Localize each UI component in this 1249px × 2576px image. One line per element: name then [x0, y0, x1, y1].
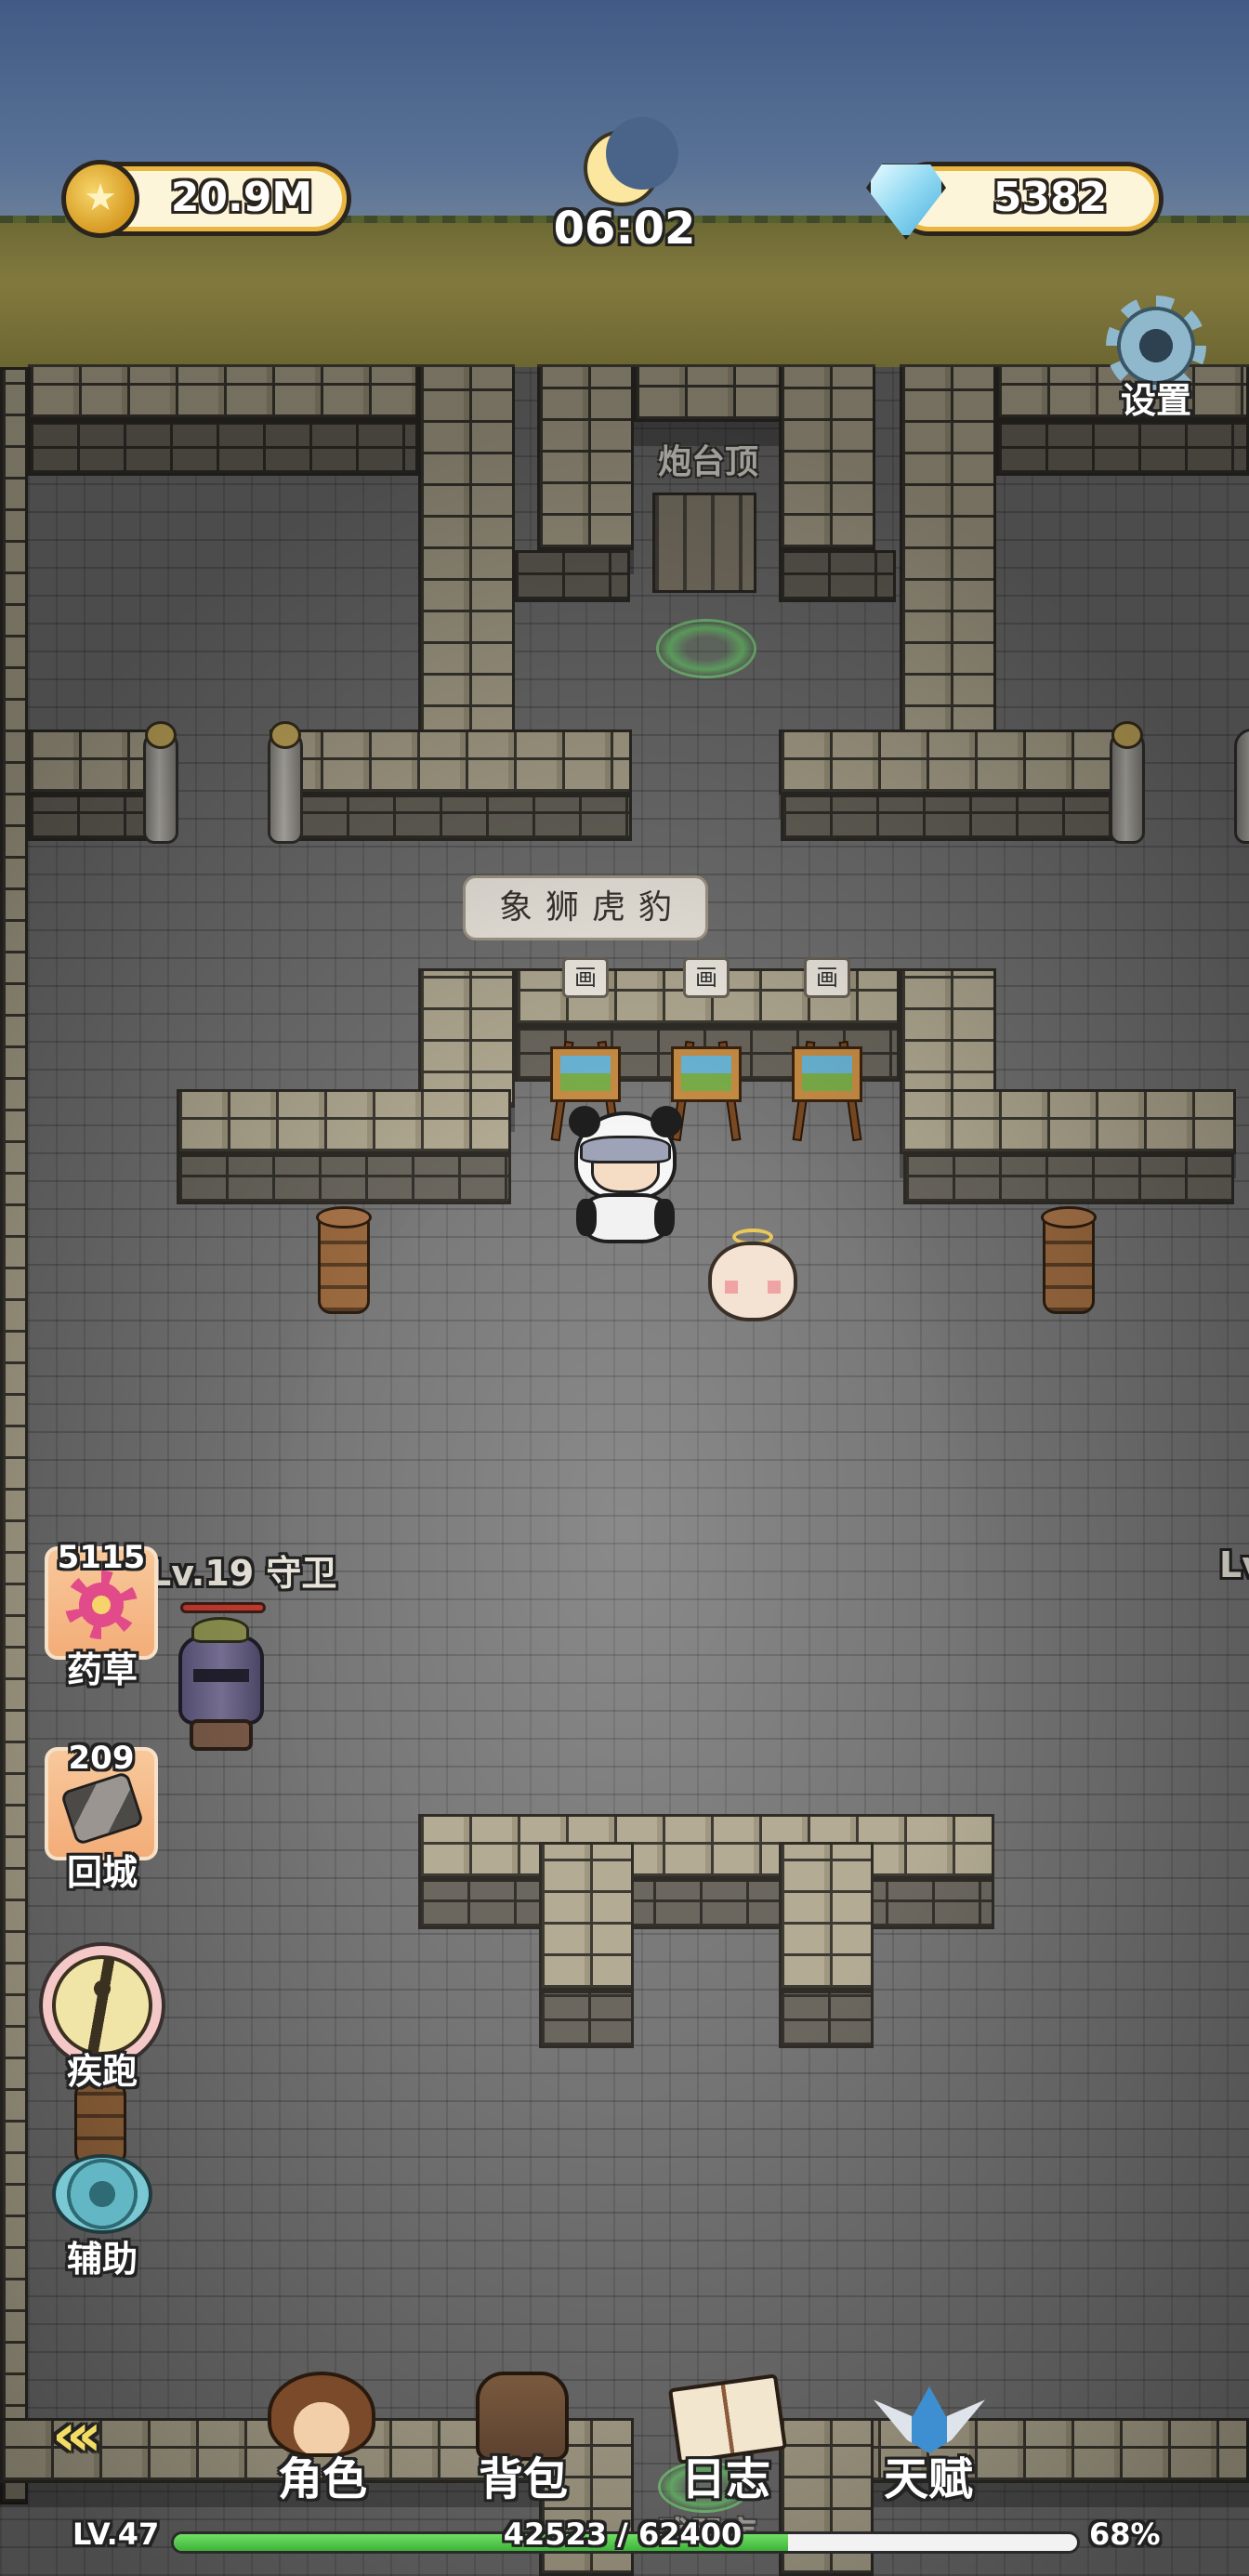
- gold-amount: 20.9M: [170, 174, 313, 221]
- area-label-turret-top: 炮台顶: [657, 443, 758, 481]
- panda-ear-left: [569, 1106, 600, 1137]
- wall-top-left: [28, 364, 418, 420]
- stone-pillar-4: [1234, 729, 1249, 844]
- easel-2-landscape-painting: [681, 1056, 731, 1091]
- wall-left-mid: [28, 729, 158, 795]
- gallery-wing-right-face: [903, 1154, 1234, 1204]
- gallery-wall-left: [418, 968, 515, 1108]
- xp-percent: 68%: [1089, 2517, 1161, 2552]
- double-chevron-left-icon[interactable]: «‹: [52, 2401, 102, 2470]
- panda-arm-left: [576, 1199, 597, 1236]
- walking-person-icon: [52, 1955, 152, 2056]
- guard-plume: [191, 1617, 249, 1643]
- sprint-label: 疾跑: [66, 2051, 138, 2092]
- wall-top-right-face: [996, 420, 1249, 476]
- gem-amount: 5382: [993, 174, 1108, 221]
- wall-center-left-column: [418, 364, 515, 773]
- stone-floor: [0, 367, 1249, 2576]
- gallery-wing-right: [900, 1089, 1236, 1154]
- gallery-wing-left-face: [177, 1154, 511, 1204]
- wall-top-left-face: [28, 420, 418, 476]
- wall-top-center-right-face: [779, 550, 896, 602]
- left-border-wall: [0, 367, 28, 2504]
- moon-shadow: [606, 117, 678, 190]
- wall-bottom-column-left-face: [539, 1991, 634, 2048]
- pet-blush: [725, 1281, 781, 1294]
- gold-coin-icon: ★: [61, 160, 139, 238]
- nav-backpack-label: 背包: [478, 2453, 568, 2505]
- wall-center-right-arm: [779, 729, 1132, 795]
- wooden-post-lower-left: [74, 2082, 126, 2165]
- wall-bottom-column-left: [539, 1842, 634, 1991]
- player-level: LV.47: [72, 2517, 160, 2552]
- wall-center-right-column: [900, 364, 996, 773]
- wall-bottom-mid: [418, 1814, 994, 1879]
- stairs-to-turret[interactable]: [652, 493, 756, 593]
- nav-journal-label: 日志: [680, 2453, 770, 2505]
- wall-left-mid-face: [28, 795, 149, 841]
- painting-label-3: 画: [804, 957, 850, 998]
- wall-bottom-mid-face: [418, 1879, 994, 1929]
- guard-body: [190, 1719, 253, 1751]
- herb-label: 药草: [66, 1649, 138, 1690]
- assist-label: 辅助: [66, 2239, 138, 2280]
- panda-ear-right: [651, 1106, 682, 1137]
- guard-health-bar: [180, 1602, 266, 1613]
- stone-pillar-3-cap: [1111, 721, 1143, 749]
- wall-top-center-left: [537, 364, 634, 550]
- herb-count: 5115: [57, 1539, 146, 1576]
- wall-center-left-arm: [270, 729, 632, 795]
- settings-label: 设置: [1120, 380, 1191, 421]
- wall-bottom-column-right: [779, 1842, 874, 1991]
- herb-flower-icon: [65, 1571, 138, 1639]
- game-clock: 06:02: [553, 203, 696, 255]
- wall-top-center-mid: [634, 364, 782, 422]
- wall-bottom-column-right-face: [779, 1991, 874, 2048]
- nav-character-label: 角色: [277, 2453, 367, 2505]
- easel-1-landscape-painting: [560, 1056, 611, 1091]
- return-town-label: 回城: [66, 1852, 138, 1893]
- assist-dial-icon: [52, 2154, 152, 2234]
- panda-arm-right: [654, 1199, 675, 1236]
- stone-pillar-1-cap: [145, 721, 177, 749]
- player-hair: [580, 1136, 671, 1163]
- gallery-sign: 象狮虎豹: [463, 875, 708, 940]
- painting-label-1: 画: [562, 957, 609, 998]
- gallery-wall-right: [900, 968, 996, 1108]
- wooden-post-left-top: [316, 1206, 372, 1229]
- guard-visor: [193, 1669, 249, 1682]
- guard-name-label: Lv.19 守卫: [149, 1553, 337, 1594]
- return-town-count: 209: [68, 1740, 135, 1777]
- teleport-portal[interactable]: [656, 619, 756, 678]
- wall-top-center-right: [779, 364, 875, 550]
- xp-values: 42523 / 62400: [503, 2517, 743, 2552]
- easel-3-landscape-painting: [802, 1056, 852, 1091]
- nav-talent-label: 天赋: [883, 2453, 973, 2505]
- wooden-post-right-top: [1041, 1206, 1097, 1229]
- wall-top-center-left-face: [513, 550, 630, 602]
- painting-label-2: 画: [683, 957, 730, 998]
- stone-pillar-2-cap: [270, 721, 301, 749]
- wall-center-right-arm-face: [781, 795, 1115, 841]
- offscreen-enemy-label: Lv: [1219, 1544, 1249, 1585]
- gallery-wing-left: [177, 1089, 511, 1154]
- wall-center-left-arm-face: [297, 795, 632, 841]
